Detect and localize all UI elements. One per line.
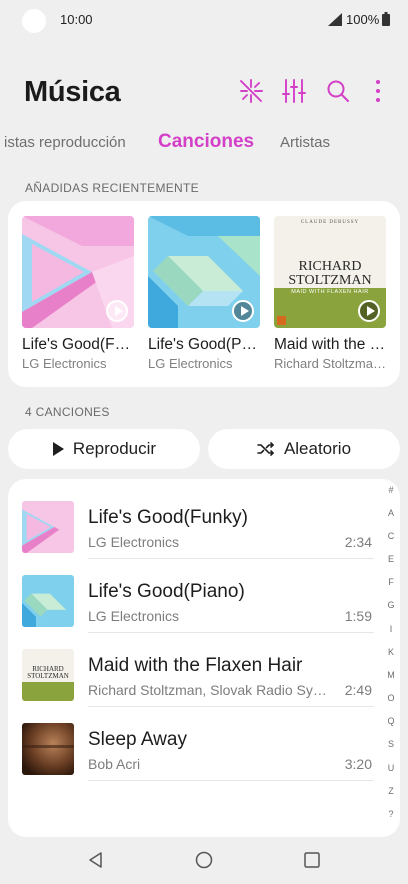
label-logo (277, 316, 286, 325)
album-title: Maid with the Flaxen Hair (274, 336, 386, 353)
song-artist: LG Electronics (88, 608, 180, 624)
index-letter[interactable]: C (382, 531, 400, 541)
index-letter[interactable]: F (382, 577, 400, 587)
index-letter[interactable]: U (382, 763, 400, 773)
album-artist: LG Electronics (148, 356, 233, 371)
album-artist: Richard Stoltzman, Slovak Radio Symphony… (274, 356, 386, 371)
song-row[interactable]: Sleep Away Bob Acri 3:20 (8, 707, 374, 781)
song-artist: Bob Acri (88, 756, 141, 772)
index-letter[interactable]: ? (382, 809, 400, 819)
system-nav-bar (0, 840, 408, 884)
songs-count-label: 4 CANCIONES (25, 405, 110, 419)
equalizer-icon[interactable] (281, 78, 307, 104)
song-thumbnail (22, 575, 74, 627)
index-letter[interactable]: M (382, 670, 400, 680)
back-icon[interactable] (86, 850, 106, 870)
song-thumbnail: RICHARD STOLTZMAN (22, 649, 74, 701)
shuffle-label: Aleatorio (283, 439, 352, 458)
tab-bar: istas reproducción Canciones Artistas (0, 128, 408, 160)
recent-section-label: AÑADIDAS RECIENTEMENTE (25, 181, 199, 195)
song-row[interactable]: RICHARD STOLTZMAN Maid with the Flaxen H… (8, 633, 374, 707)
song-title: Maid with the Flaxen Hair (88, 655, 303, 676)
search-icon[interactable] (325, 78, 351, 104)
status-time: 10:00 (60, 12, 93, 27)
camera-cutout (22, 9, 46, 33)
index-letter[interactable]: Z (382, 786, 400, 796)
song-duration: 3:20 (344, 756, 372, 772)
play-all-label: Reproducir (72, 439, 157, 458)
index-letter[interactable]: E (382, 554, 400, 564)
tab-playlists[interactable]: istas reproducción (4, 134, 126, 151)
cover-composer: CLAUDE DEBUSSY (300, 220, 360, 225)
cover-meadow (22, 682, 74, 701)
page-title: Música (24, 76, 121, 108)
recent-album[interactable]: Life's Good(Piano) LG Electronics (148, 216, 260, 371)
shuffle-button[interactable]: Aleatorio (208, 429, 400, 469)
song-title: Life's Good(Piano) (88, 581, 245, 602)
alphabet-index[interactable]: # A C E F G I K M O Q S U Z ? (382, 479, 400, 837)
recent-albums-card: Life's Good(Funky) LG Electronics Life's… (8, 201, 400, 387)
party-lights-icon[interactable] (238, 78, 264, 104)
album-art-piano (22, 575, 74, 627)
tab-artists[interactable]: Artistas (280, 134, 330, 151)
status-bar: 10:00 100% (0, 0, 408, 40)
album-cover (148, 216, 260, 328)
battery-percent: 100% (346, 12, 380, 27)
album-cover (22, 216, 134, 328)
cover-artist-line2: STOLTZMAN (27, 672, 69, 680)
index-letter[interactable]: Q (382, 716, 400, 726)
index-letter[interactable]: I (382, 624, 400, 634)
index-letter[interactable]: A (382, 508, 400, 518)
album-artist: LG Electronics (22, 356, 107, 371)
play-overlay-icon[interactable] (358, 300, 380, 322)
index-letter[interactable]: K (382, 647, 400, 657)
song-thumbnail (22, 501, 74, 553)
cover-subtitle: MAID WITH FLAXEN HAIR (291, 289, 369, 295)
index-letter[interactable]: # (382, 485, 400, 495)
album-title: Life's Good(Funky) (22, 336, 134, 353)
song-list: Life's Good(Funky) LG Electronics 2:34 L… (8, 479, 400, 837)
song-thumbnail (22, 723, 74, 775)
row-divider (88, 780, 374, 781)
app-header: Música (0, 70, 408, 120)
recent-album[interactable]: CLAUDE DEBUSSY RICHARD STOLTZMAN MAID WI… (274, 216, 386, 371)
song-title: Life's Good(Funky) (88, 507, 248, 528)
song-duration: 2:49 (344, 682, 372, 698)
album-art-funky (22, 501, 74, 553)
song-artist: LG Electronics (88, 534, 180, 550)
song-duration: 1:59 (344, 608, 372, 624)
play-all-button[interactable]: Reproducir (8, 429, 200, 469)
cover-artist-line1: RICHARD (298, 259, 362, 274)
index-letter[interactable]: O (382, 693, 400, 703)
signal-icon (328, 13, 342, 26)
album-art-sleep-away (22, 723, 74, 775)
song-duration: 2:34 (344, 534, 372, 550)
song-artist: Richard Stoltzman, Slovak Radio Symphony… (88, 682, 328, 698)
shuffle-icon (257, 442, 275, 456)
battery-icon (382, 12, 390, 26)
index-letter[interactable]: G (382, 600, 400, 610)
play-overlay-icon[interactable] (106, 300, 128, 322)
song-row[interactable]: Life's Good(Piano) LG Electronics 1:59 (8, 559, 374, 633)
song-title: Sleep Away (88, 729, 187, 750)
play-overlay-icon[interactable] (232, 300, 254, 322)
tab-songs[interactable]: Canciones (158, 131, 254, 153)
recents-icon[interactable] (302, 850, 322, 870)
home-icon[interactable] (194, 850, 214, 870)
index-letter[interactable]: S (382, 739, 400, 749)
recent-album[interactable]: Life's Good(Funky) LG Electronics (22, 216, 134, 371)
more-vert-icon[interactable] (365, 78, 391, 104)
album-cover: CLAUDE DEBUSSY RICHARD STOLTZMAN MAID WI… (274, 216, 386, 328)
play-icon (52, 442, 64, 456)
cover-artist-line2: STOLTZMAN (288, 273, 372, 288)
song-row[interactable]: Life's Good(Funky) LG Electronics 2:34 (8, 485, 374, 559)
album-title: Life's Good(Piano) (148, 336, 260, 353)
